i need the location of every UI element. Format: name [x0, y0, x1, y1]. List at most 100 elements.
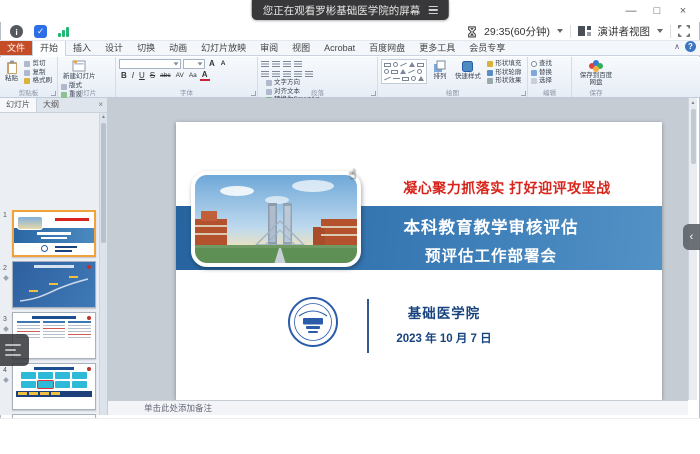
arrange-icon [433, 60, 446, 73]
view-dropdown-caret-icon[interactable] [657, 29, 663, 33]
slide-canvas: 凝心聚力抓落实 打好迎评攻坚战 本科教育教学审核评估 预评估工作部署会 [108, 98, 688, 400]
dialog-launcher-icon[interactable] [521, 91, 526, 96]
clear-formatting-button[interactable]: abc [158, 71, 172, 81]
tab-animations[interactable]: 动画 [162, 41, 194, 55]
align-left-icon[interactable] [261, 71, 269, 78]
timer-dropdown-caret-icon[interactable] [557, 29, 563, 33]
save-to-baidu-button[interactable]: 保存到百度网盘 [575, 59, 617, 88]
quick-styles-button[interactable]: 快速样式 [453, 59, 483, 81]
thumbnail-preview [32, 316, 76, 319]
thumbnail-preview [14, 212, 94, 224]
tab-transitions[interactable]: 切换 [130, 41, 162, 55]
tab-member[interactable]: 会员专享 [462, 41, 512, 55]
numbering-icon[interactable] [272, 61, 280, 68]
notes-pane[interactable]: 单击此处添加备注 [108, 400, 688, 415]
select-button[interactable]: 选择 [531, 78, 552, 85]
tab-more-tools[interactable]: 更多工具 [412, 41, 462, 55]
decrease-indent-icon[interactable] [283, 61, 291, 68]
share-banner[interactable]: 您正在观看罗彬基础医学院的屏幕 [252, 0, 449, 20]
cut-button[interactable]: 剪切 [24, 61, 52, 68]
select-icon [531, 78, 537, 84]
slide-thumbnail-4[interactable] [12, 363, 96, 410]
tab-home[interactable]: 开始 [32, 41, 66, 56]
italic-button[interactable]: I [130, 71, 136, 81]
cut-icon [24, 61, 30, 67]
strikethrough-button[interactable]: S [148, 71, 157, 81]
justify-icon[interactable] [294, 71, 302, 78]
tab-insert[interactable]: 插入 [66, 41, 98, 55]
slide-thumbnail-2[interactable] [12, 261, 96, 308]
meeting-panel-toggle[interactable]: ‹ [683, 224, 700, 250]
font-name-select[interactable] [119, 59, 181, 69]
thumbnail-preview [34, 265, 74, 268]
dialog-launcher-icon[interactable] [51, 91, 56, 96]
align-center-icon[interactable] [272, 71, 280, 78]
slide-date: 2023 年 10 月 7 日 [374, 330, 514, 346]
change-case-button[interactable]: Aa [187, 71, 199, 81]
shape-outline-button[interactable]: 形状轮廓 [487, 70, 521, 77]
menu-icon[interactable] [428, 6, 437, 14]
arrange-button[interactable]: 排列 [431, 59, 448, 81]
font-size-select[interactable] [183, 59, 205, 69]
bullets-icon[interactable] [261, 61, 269, 68]
replace-button[interactable]: 替换 [531, 70, 552, 77]
shapes-gallery[interactable] [381, 59, 427, 84]
tab-design[interactable]: 设计 [98, 41, 130, 55]
bold-button[interactable]: B [119, 71, 129, 81]
tab-slideshow[interactable]: 幻灯片放映 [194, 41, 253, 55]
baidu-pan-icon [589, 60, 603, 72]
tab-view[interactable]: 视图 [285, 41, 317, 55]
minimize-button[interactable]: — [618, 0, 644, 22]
format-painter-button[interactable]: 格式刷 [24, 78, 52, 85]
campus-photo [191, 171, 361, 267]
slide-number: 4 [3, 367, 7, 374]
divider [367, 299, 369, 353]
meeting-float-panel[interactable] [0, 334, 29, 366]
scroll-up-icon[interactable]: ▲ [100, 113, 107, 122]
shape-effects-button[interactable]: 形状效果 [487, 78, 521, 85]
tab-review[interactable]: 审阅 [253, 41, 285, 55]
window-titlebar: 您正在观看罗彬基础医学院的屏幕 — □ × [0, 0, 700, 22]
network-signal-icon [58, 26, 69, 37]
dialog-launcher-icon[interactable] [251, 91, 256, 96]
window-controls: — □ × [618, 0, 696, 22]
meeting-info-icon[interactable]: i [10, 25, 23, 38]
columns-icon[interactable] [305, 71, 313, 78]
close-button[interactable]: × [670, 0, 696, 22]
dialog-launcher-icon[interactable] [371, 91, 376, 96]
group-clipboard: 粘贴 剪切 复制 格式刷 剪贴板 [0, 57, 58, 97]
underline-button[interactable]: U [137, 71, 147, 81]
meeting-timer[interactable]: 29:35(60分钟) [484, 24, 550, 39]
tab-file[interactable]: 文件 [0, 41, 32, 55]
find-icon [531, 61, 537, 67]
shrink-font-button[interactable]: A [219, 59, 228, 69]
tab-outline-pane[interactable]: 大纲 [37, 98, 65, 112]
align-right-icon[interactable] [283, 71, 291, 78]
find-button[interactable]: 查找 [531, 61, 552, 68]
new-slide-button[interactable]: 新建幻灯片 [61, 59, 98, 81]
security-shield-icon[interactable]: ✓ [34, 25, 47, 38]
slide-banner-line2: 预评估工作部署会 [336, 244, 646, 266]
collapse-ribbon-icon[interactable]: ∧ [674, 42, 680, 51]
current-slide[interactable]: 凝心聚力抓落实 打好迎评攻坚战 本科教育教学审核评估 预评估工作部署会 [176, 122, 662, 400]
paste-button[interactable]: 粘贴 [3, 59, 20, 83]
tab-acrobat[interactable]: Acrobat [317, 41, 362, 55]
maximize-button[interactable]: □ [644, 0, 670, 22]
view-mode-selector[interactable]: 演讲者视图 [598, 24, 651, 39]
fullscreen-icon[interactable] [678, 25, 690, 37]
character-spacing-button[interactable]: AV [174, 71, 186, 81]
font-color-button[interactable]: A [200, 71, 210, 81]
tab-baidu-pan[interactable]: 百度网盘 [362, 41, 412, 55]
thumbnail-scrollbar[interactable]: ▲ [99, 113, 107, 415]
slide-thumbnail-1[interactable] [12, 210, 96, 257]
text-direction-button[interactable]: 文字方向 [266, 80, 319, 87]
tab-slides-pane[interactable]: 幻灯片 [0, 98, 37, 112]
panel-tabs: 幻灯片 大纲 × [0, 98, 107, 113]
help-icon[interactable]: ? [685, 41, 696, 52]
panel-close-icon[interactable]: × [94, 98, 107, 112]
increase-indent-icon[interactable] [294, 61, 302, 68]
copy-button[interactable]: 复制 [24, 70, 52, 77]
grow-font-button[interactable]: A [207, 59, 217, 69]
scroll-up-icon[interactable]: ▲ [689, 98, 697, 108]
shape-fill-button[interactable]: 形状填充 [487, 61, 521, 68]
